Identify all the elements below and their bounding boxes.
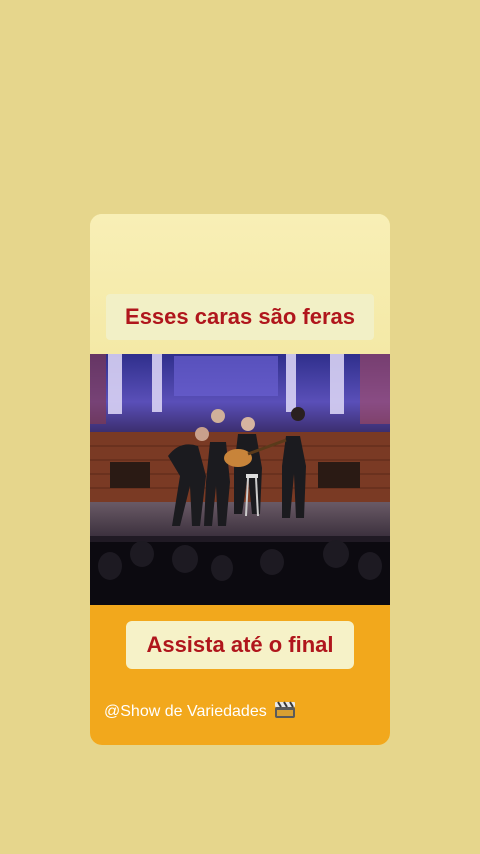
stool [246,474,258,478]
video-frame [90,354,390,605]
audience-head [98,552,122,580]
headline-caption: Esses caras são feras [106,294,374,340]
piano-left [110,462,150,488]
guitar [224,449,252,467]
organ-panel [174,356,278,396]
performer-head [211,409,225,423]
audience-head [260,549,284,575]
stage-edge [90,536,390,542]
creator-handle[interactable]: @Show de Variedades [104,701,296,726]
audience-head [358,552,382,580]
performer-head [241,417,255,431]
audience-head [172,545,198,573]
audience-head [323,540,349,568]
stage-light [330,354,344,414]
stage-light [152,354,162,412]
performer-head [195,427,209,441]
video-player[interactable] [90,354,390,605]
stage-light [108,354,122,414]
ornament-left [90,354,106,424]
piano-right [318,462,360,488]
stage-light [286,354,296,412]
story-bottom-section: Assista até o final @Show de Variedades [90,605,390,745]
handle-text: @Show de Variedades [104,703,267,720]
clapperboard-icon [274,701,296,726]
audience-head [130,541,154,567]
ornament-right [360,354,390,424]
story-card: Esses caras são feras Assista até o fina… [90,214,390,745]
performer-head [291,407,305,421]
story-top-section: Esses caras são feras [90,214,390,354]
audience-head [211,555,233,581]
cta-caption: Assista até o final [126,621,354,669]
